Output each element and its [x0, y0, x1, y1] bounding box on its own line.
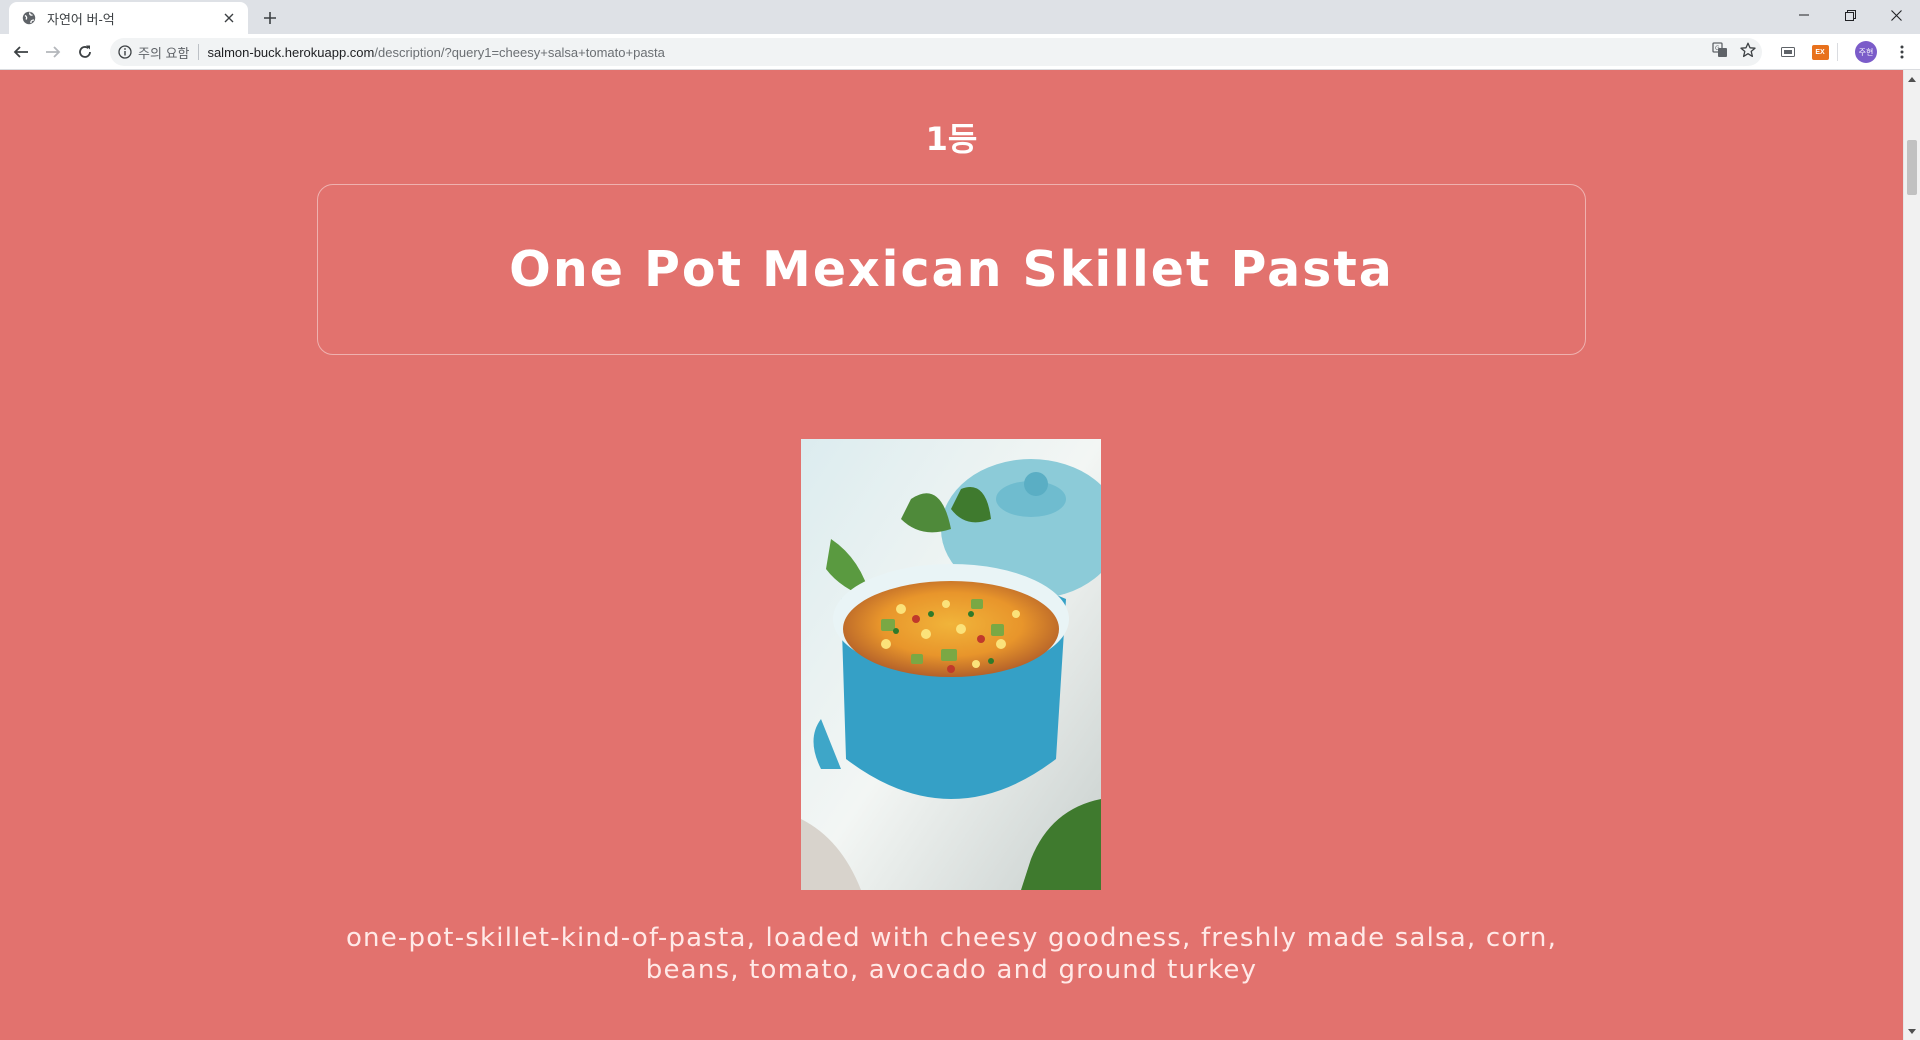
recipe-title-box: One Pot Mexican Skillet Pasta — [317, 184, 1586, 355]
recipe-title: One Pot Mexican Skillet Pasta — [509, 241, 1394, 298]
restore-button[interactable] — [1827, 0, 1873, 30]
url-path: /description/?query1=cheesy+salsa+tomato… — [374, 44, 665, 60]
extension-icon[interactable]: EX — [1808, 40, 1832, 64]
profile-avatar[interactable]: 주현 — [1855, 41, 1877, 63]
svg-text:G: G — [1715, 45, 1720, 52]
translate-icon[interactable]: G — [1712, 42, 1728, 58]
scroll-down-icon[interactable] — [1904, 1023, 1920, 1040]
url-host: salmon-buck.herokuapp.com — [207, 44, 375, 60]
site-info-button[interactable]: 주의 요함 — [118, 43, 207, 62]
browser-toolbar: 주의 요함 salmon-buck.herokuapp.com/descript… — [0, 34, 1920, 70]
globe-icon — [21, 10, 37, 26]
url-text[interactable]: salmon-buck.herokuapp.com/description/?q… — [207, 45, 664, 60]
scroll-up-icon[interactable] — [1904, 70, 1920, 87]
toolbar-divider — [1837, 43, 1838, 61]
address-bar[interactable]: 주의 요함 salmon-buck.herokuapp.com/descript… — [110, 38, 1762, 66]
extension-badge: EX — [1811, 44, 1829, 60]
page-viewport: 1등 One Pot Mexican Skillet Pasta one-pot… — [0, 70, 1903, 1040]
page-scrollbar[interactable] — [1903, 70, 1920, 1040]
info-icon — [118, 45, 132, 59]
minimize-button[interactable] — [1781, 0, 1827, 30]
tab-title: 자연어 버-억 — [47, 11, 115, 27]
reload-icon[interactable] — [72, 39, 98, 65]
bookmark-star-icon[interactable] — [1740, 42, 1756, 58]
menu-kebab-icon[interactable] — [1890, 40, 1914, 64]
omnibox-divider — [198, 44, 200, 60]
tab-strip: 자연어 버-억 — [0, 0, 1920, 34]
new-tab-button[interactable] — [258, 6, 282, 30]
back-icon[interactable] — [8, 39, 34, 65]
scroll-thumb[interactable] — [1907, 140, 1917, 195]
site-info-label: 주의 요함 — [138, 45, 190, 61]
recipe-description: one-pot-skillet-kind-of-pasta, loaded wi… — [345, 923, 1558, 985]
cast-extension-icon[interactable] — [1776, 40, 1800, 64]
rank-heading: 1등 — [925, 120, 978, 158]
browser-tab[interactable]: 자연어 버-억 — [9, 2, 248, 34]
recipe-photo — [801, 439, 1101, 890]
forward-icon[interactable] — [40, 39, 66, 65]
close-window-button[interactable] — [1873, 0, 1919, 30]
close-tab-icon[interactable] — [220, 9, 238, 27]
